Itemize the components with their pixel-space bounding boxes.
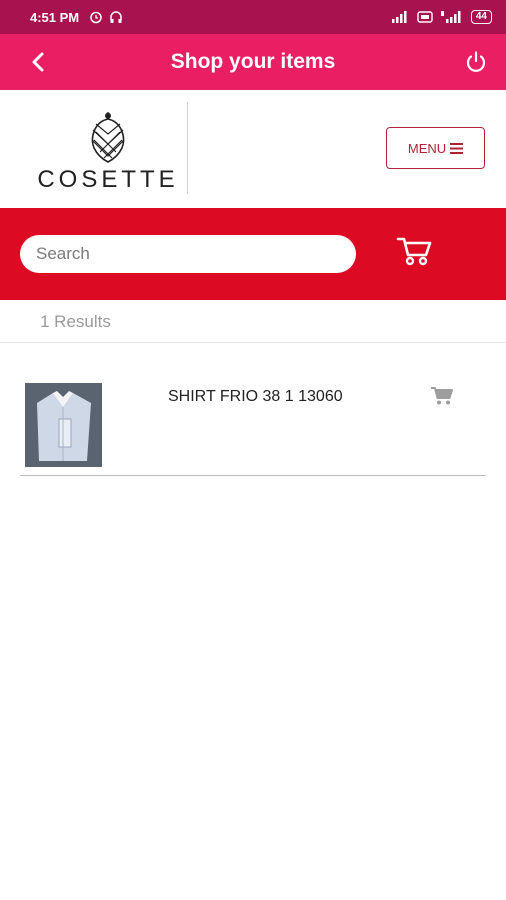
status-time: 4:51 PM: [30, 9, 80, 25]
pinecone-icon: [91, 112, 125, 163]
logout-button[interactable]: [460, 46, 492, 78]
logo-text: COSETTE: [37, 166, 179, 193]
menu-button[interactable]: MENU: [386, 127, 485, 169]
results-count: 1 Results: [40, 312, 111, 331]
brand-header: COSETTE MENU: [0, 90, 506, 208]
product-list-item[interactable]: SHIRT FRIO 38 1 13060: [20, 378, 486, 476]
power-icon: [466, 51, 486, 72]
alarm-icon: [90, 11, 102, 24]
app-bar: Shop your items: [0, 34, 506, 90]
signal-4g-icon: [440, 11, 461, 23]
menu-label: MENU: [407, 140, 447, 156]
status-bar: 4:51 PM 44: [0, 0, 506, 34]
battery-icon: 44: [470, 10, 492, 24]
divider: [0, 342, 506, 343]
shirt-thumbnail: [25, 383, 102, 467]
page-title: Shop your items: [170, 50, 336, 73]
signal-icon: [391, 11, 407, 23]
add-to-cart-button[interactable]: [430, 386, 454, 406]
cart-icon: [396, 237, 432, 266]
volte-icon: [417, 11, 433, 23]
cosette-logo: COSETTE: [28, 108, 188, 198]
back-button[interactable]: [22, 46, 54, 78]
cart-button[interactable]: [396, 234, 434, 268]
search-band: [0, 208, 506, 300]
hamburger-icon: [450, 142, 464, 154]
product-name: SHIRT FRIO 38 1 13060: [168, 388, 343, 405]
chevron-left-icon: [32, 52, 44, 72]
product-image: [25, 383, 102, 467]
search-input[interactable]: [20, 235, 356, 273]
brand-divider: [187, 102, 188, 194]
headset-icon: [110, 11, 122, 23]
cart-icon: [431, 387, 453, 405]
